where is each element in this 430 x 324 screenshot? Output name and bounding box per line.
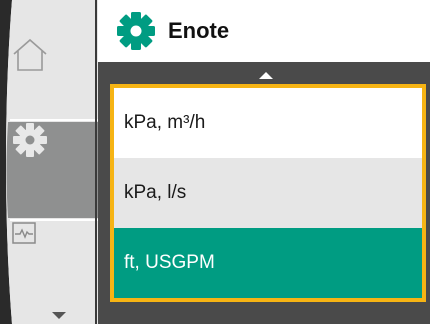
list-item-selected[interactable]: ft, USGPM xyxy=(114,228,422,298)
list-item[interactable]: kPa, m³/h xyxy=(114,88,422,158)
sidebar-item-home[interactable] xyxy=(12,38,98,118)
list-item[interactable]: kPa, l/s xyxy=(114,158,422,228)
triangle-up-icon[interactable] xyxy=(259,72,273,79)
side-navigation xyxy=(0,0,98,324)
units-option-list: kPa, m³/h kPa, l/s ft, USGPM xyxy=(110,84,426,302)
page-title: Enote xyxy=(168,18,230,43)
settings-gear-icon xyxy=(117,12,155,50)
pulse-monitor-icon xyxy=(12,222,36,244)
option-label: kPa, m³/h xyxy=(124,112,206,133)
triangle-down-icon[interactable] xyxy=(52,312,66,319)
main-panel: kPa, m³/h kPa, l/s ft, USGPM xyxy=(98,62,430,324)
home-icon xyxy=(13,38,47,71)
header: Enote xyxy=(98,0,430,62)
sidebar-item-monitor[interactable] xyxy=(12,222,98,306)
option-label: kPa, l/s xyxy=(124,182,187,203)
option-label: ft, USGPM xyxy=(124,252,215,273)
gear-icon xyxy=(13,123,47,157)
sidebar-item-settings[interactable] xyxy=(12,122,98,218)
